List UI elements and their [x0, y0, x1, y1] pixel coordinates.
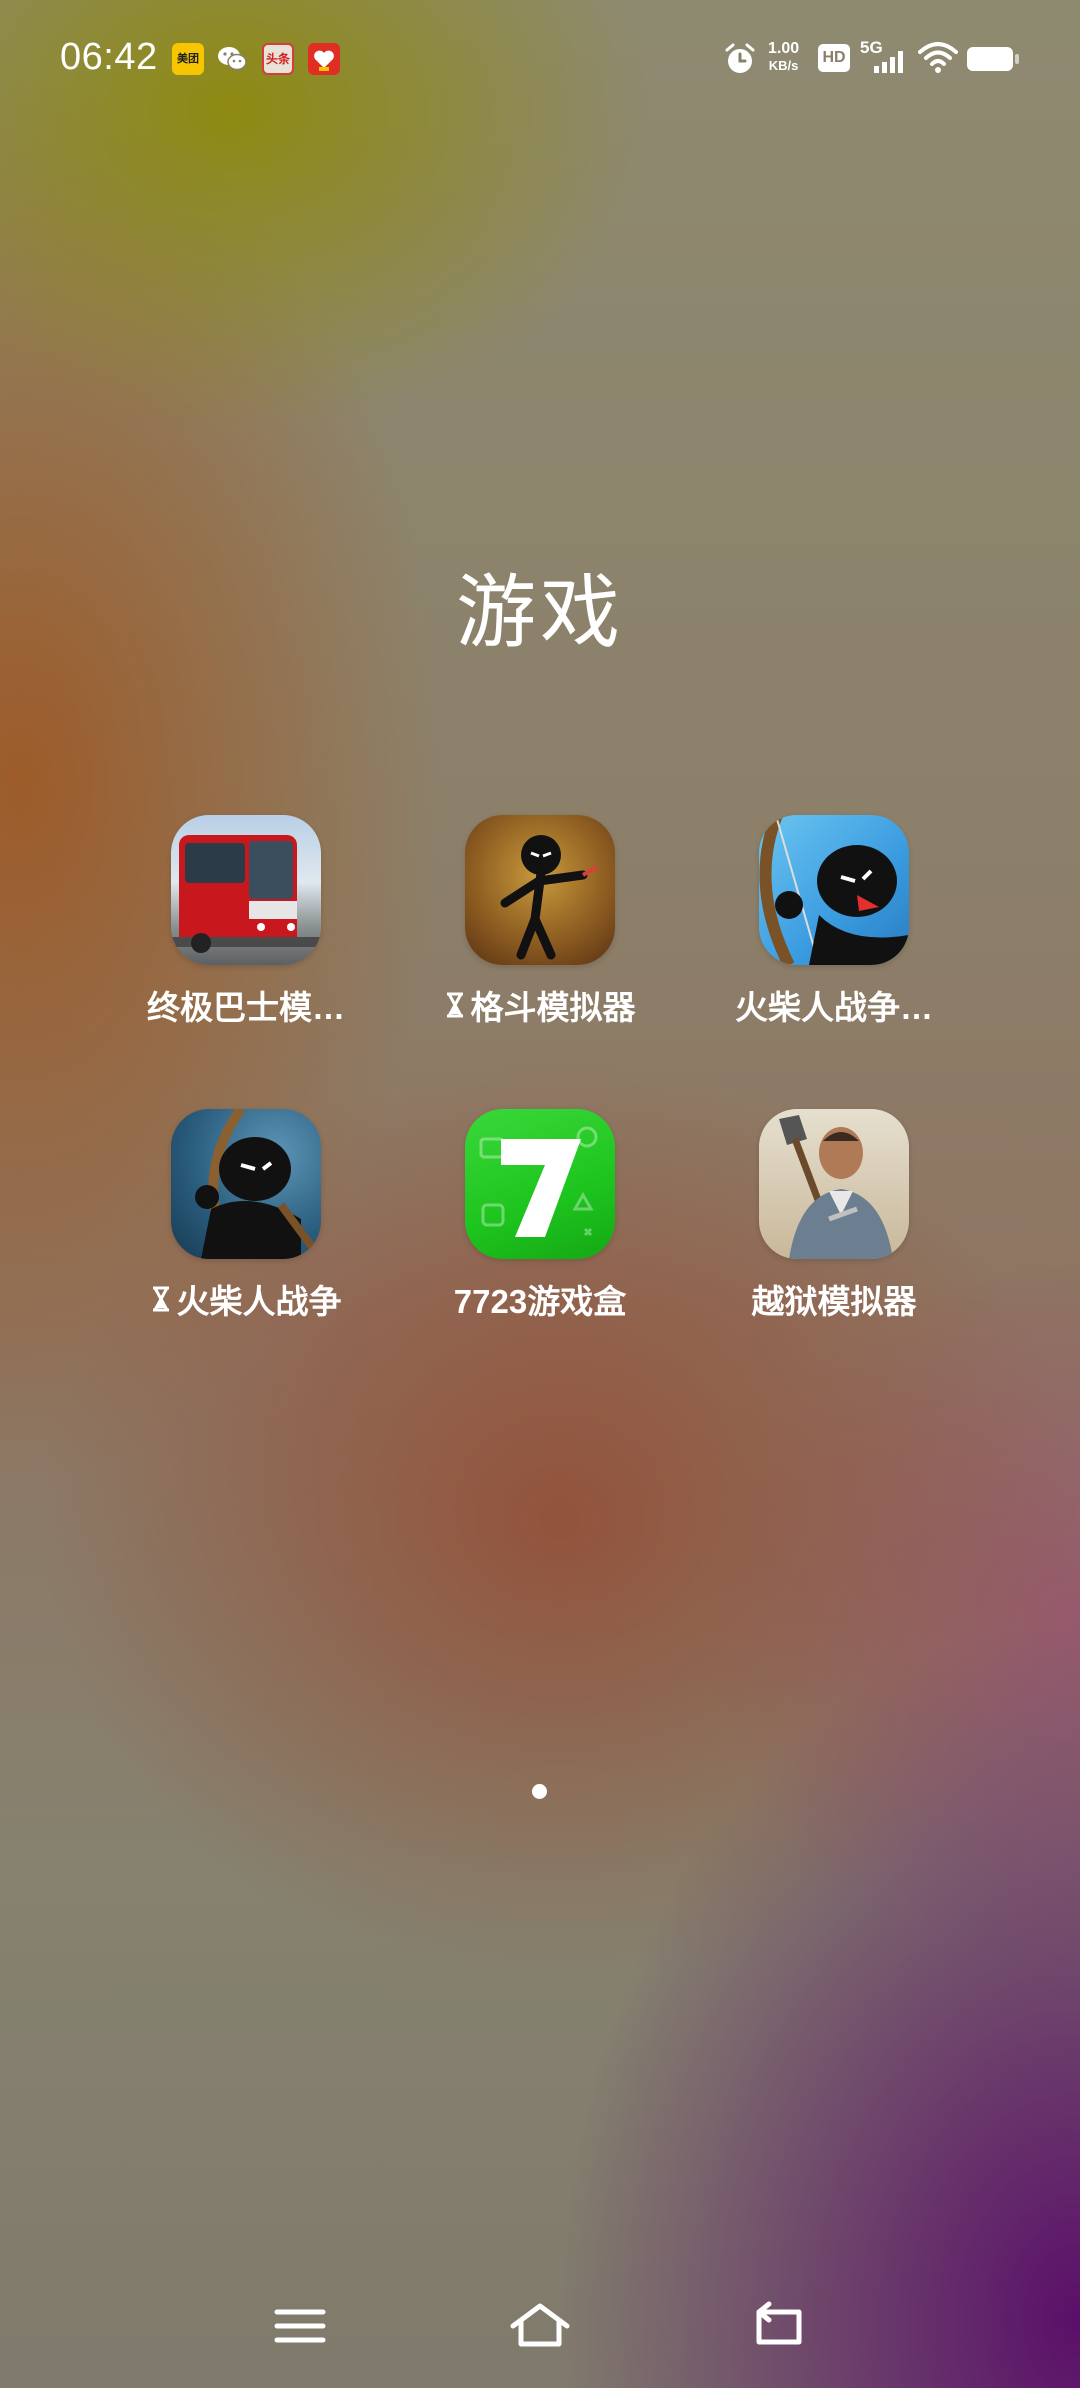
app-label-text: 火柴人战争… [735, 989, 933, 1026]
app-fight-simulator[interactable]: 格斗模拟器 [410, 815, 670, 1029]
back-icon[interactable] [745, 2300, 815, 2352]
prison-escape-simulator-icon [759, 1109, 909, 1259]
app-label-text: 7723游戏盒 [453, 1283, 627, 1320]
app-label: 终极巴士模… [116, 981, 376, 1029]
7723-game-box-icon [465, 1109, 615, 1259]
app-bus-simulator[interactable]: 终极巴士模… [116, 815, 376, 1029]
app-label-text: 火柴人战争 [176, 1283, 342, 1320]
battery-icon [966, 46, 1020, 72]
bus-simulator-icon [171, 815, 321, 965]
meituan-icon-label: 美团 [177, 53, 199, 65]
toutiao-icon-label: 头条 [265, 52, 290, 66]
menu-icon[interactable] [265, 2300, 335, 2352]
folder-title[interactable]: 游戏 [0, 548, 1080, 664]
app-label: 格斗模拟器 [410, 981, 670, 1029]
network-speed-unit: KB/s [768, 58, 799, 73]
app-prison-escape-simulator[interactable]: 越狱模拟器 [704, 1109, 964, 1323]
hourglass-icon [152, 1286, 169, 1312]
wechat-icon [216, 43, 248, 75]
toutiao-icon: 头条 [262, 43, 294, 75]
app-label-text: 终极巴士模… [147, 989, 345, 1026]
status-time: 06:42 [60, 36, 158, 78]
network-speed-value: 1.00 [768, 40, 800, 57]
home-icon[interactable] [505, 2300, 575, 2352]
status-bar: 06:42 美团 头条 1.00 KB/s HD 5G [0, 0, 1080, 118]
app-label-text: 越狱模拟器 [751, 1283, 917, 1320]
page-indicator-dot [532, 1784, 547, 1799]
app-label-text: 格斗模拟器 [470, 989, 636, 1026]
hd-badge: HD [818, 44, 850, 72]
signal-icon: 5G [858, 38, 908, 76]
app-label: 火柴人战争 [116, 1275, 376, 1323]
meituan-icon: 美团 [172, 43, 204, 75]
network-speed: 1.00 KB/s [768, 40, 799, 74]
stickman-war-legacy-icon [759, 815, 909, 965]
hd-badge-label: HD [822, 49, 846, 66]
app-label: 7723游戏盒 [410, 1275, 670, 1323]
app-label: 越狱模拟器 [704, 1275, 964, 1323]
alarm-icon [724, 42, 756, 76]
pinduoduo-icon [308, 43, 340, 75]
stickman-war-icon [171, 1109, 321, 1259]
hourglass-icon [446, 992, 463, 1018]
app-label: 火柴人战争… [704, 981, 964, 1029]
wifi-icon [918, 42, 958, 74]
app-7723-game-box[interactable]: 7723游戏盒 [410, 1109, 670, 1323]
app-stickman-war-legacy[interactable]: 火柴人战争… [704, 815, 964, 1029]
app-stickman-war[interactable]: 火柴人战争 [116, 1109, 376, 1323]
fight-simulator-icon [465, 815, 615, 965]
